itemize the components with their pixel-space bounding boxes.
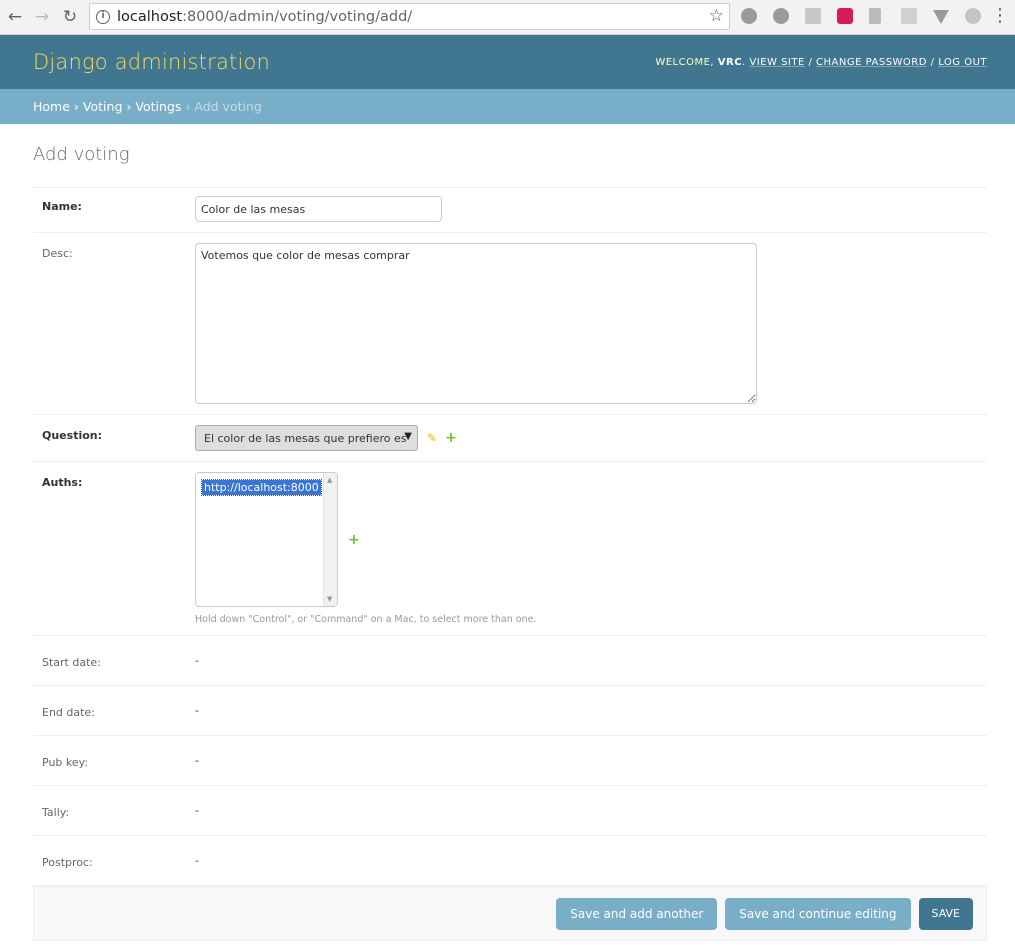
pub-key-label: Pub key: bbox=[42, 756, 89, 769]
breadcrumb-separator: › bbox=[185, 99, 191, 114]
breadcrumb-voting[interactable]: Voting bbox=[83, 99, 122, 114]
end-date-label: End date: bbox=[42, 706, 95, 719]
save-button[interactable]: SAVE bbox=[918, 897, 973, 930]
add-question-plus-icon[interactable]: + bbox=[445, 430, 457, 446]
breadcrumb-home[interactable]: Home bbox=[33, 99, 70, 114]
start-date-value: - bbox=[195, 654, 199, 667]
form-row-start-date: Start date: - bbox=[33, 636, 987, 686]
scroll-down-arrow-icon[interactable]: ▼ bbox=[327, 595, 332, 603]
start-date-label: Start date: bbox=[42, 656, 101, 669]
auths-label: Auths: bbox=[42, 476, 83, 489]
reload-icon[interactable]: ↻ bbox=[59, 6, 81, 28]
submit-row: Save and add another Save and continue e… bbox=[33, 886, 987, 941]
site-header: Django administration WELCOME, VRC. VIEW… bbox=[0, 35, 1015, 89]
content: Add voting Name: Desc: Votemos que color… bbox=[33, 124, 987, 886]
change-password-link[interactable]: CHANGE PASSWORD bbox=[816, 57, 927, 68]
form-row-tally: Tally: - bbox=[33, 786, 987, 836]
site-branding[interactable]: Django administration bbox=[33, 50, 270, 74]
end-date-value: - bbox=[195, 704, 199, 717]
url-text: localhost:8000/admin/voting/voting/add/ bbox=[117, 8, 413, 25]
breadcrumb-separator: › bbox=[126, 99, 132, 114]
user-tools: WELCOME, VRC. VIEW SITE / CHANGE PASSWOR… bbox=[655, 56, 987, 68]
breadcrumb-current: Add voting bbox=[194, 99, 262, 114]
vue-extension-icon[interactable] bbox=[933, 10, 949, 24]
auths-option-selected[interactable]: http://localhost:8000 bbox=[201, 479, 322, 496]
breadcrumb: Home › Voting › Votings › Add voting bbox=[0, 89, 1015, 124]
extension-icon[interactable] bbox=[805, 8, 821, 24]
pub-key-value: - bbox=[195, 754, 199, 767]
postproc-label: Postproc: bbox=[42, 856, 93, 869]
tally-value: - bbox=[195, 804, 199, 817]
bookmark-star-icon[interactable]: ☆ bbox=[709, 6, 724, 26]
help-text: Hold down "Control", or "Command" on a M… bbox=[195, 614, 537, 625]
shield-extension-icon[interactable] bbox=[773, 8, 789, 24]
browser-menu-icon[interactable]: ⋮ bbox=[991, 7, 1009, 25]
form-row-name: Name: bbox=[33, 187, 987, 233]
name-label: Name: bbox=[42, 200, 82, 213]
forward-icon[interactable]: → bbox=[31, 6, 53, 28]
scrollbar[interactable]: ▲ ▼ bbox=[323, 473, 337, 606]
breadcrumb-votings[interactable]: Votings bbox=[135, 99, 181, 114]
browser-toolbar: ← → ↻ i localhost:8000/admin/voting/voti… bbox=[0, 0, 1015, 35]
form-row-pub-key: Pub key: - bbox=[33, 736, 987, 786]
name-input[interactable] bbox=[195, 196, 442, 222]
chevron-down-icon: ▼ bbox=[404, 431, 412, 442]
extension-icon[interactable] bbox=[837, 8, 853, 24]
question-label: Question: bbox=[42, 429, 103, 442]
info-icon[interactable]: i bbox=[96, 9, 110, 24]
extension-icon[interactable] bbox=[901, 8, 917, 24]
view-site-link[interactable]: VIEW SITE bbox=[749, 57, 804, 68]
tally-label: Tally: bbox=[42, 806, 70, 819]
scroll-up-arrow-icon[interactable]: ▲ bbox=[327, 476, 332, 484]
extension-icon[interactable] bbox=[869, 8, 881, 24]
extension-icon[interactable] bbox=[965, 8, 981, 24]
form-row-postproc: Postproc: - bbox=[33, 836, 987, 886]
form-row-end-date: End date: - bbox=[33, 686, 987, 736]
desc-label: Desc: bbox=[42, 247, 73, 260]
breadcrumb-separator: › bbox=[73, 99, 79, 114]
desc-textarea[interactable]: Votemos que color de mesas comprar bbox=[195, 243, 757, 404]
page-title: Add voting bbox=[33, 144, 130, 165]
extension-icon[interactable] bbox=[741, 8, 757, 24]
address-bar[interactable]: i localhost:8000/admin/voting/voting/add… bbox=[89, 3, 730, 30]
question-selected-value: El color de las mesas que prefiero es bbox=[204, 431, 407, 445]
welcome-text: WELCOME, bbox=[655, 56, 715, 68]
auths-multiselect[interactable]: http://localhost:8000 ▲ ▼ bbox=[195, 472, 338, 607]
postproc-value: - bbox=[195, 854, 199, 867]
question-select[interactable]: El color de las mesas que prefiero es ▼ bbox=[195, 425, 418, 451]
pencil-icon[interactable]: ✎ bbox=[427, 431, 437, 445]
add-auth-plus-icon[interactable]: + bbox=[348, 532, 360, 548]
save-and-add-another-button[interactable]: Save and add another bbox=[556, 897, 718, 930]
form-row-desc: Desc: Votemos que color de mesas comprar bbox=[33, 233, 987, 415]
log-out-link[interactable]: LOG OUT bbox=[938, 57, 987, 68]
username: VRC bbox=[717, 56, 743, 68]
back-icon[interactable]: ← bbox=[4, 6, 26, 28]
form-row-question: Question: El color de las mesas que pref… bbox=[33, 415, 987, 462]
save-and-continue-button[interactable]: Save and continue editing bbox=[725, 897, 911, 930]
form-row-auths: Auths: http://localhost:8000 ▲ ▼ + Hold … bbox=[33, 462, 987, 636]
